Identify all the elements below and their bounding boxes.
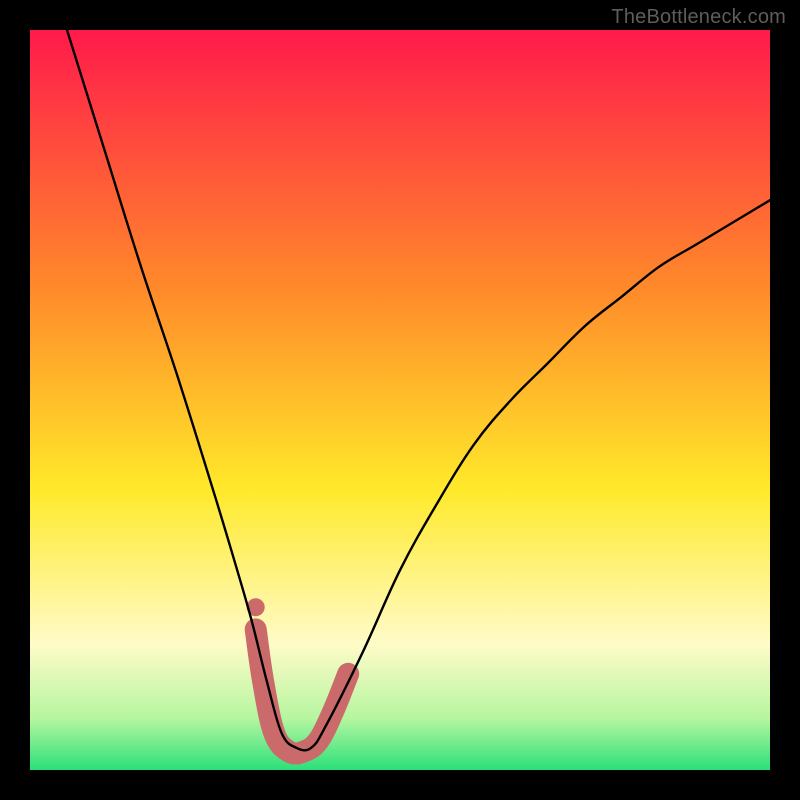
watermark-text: TheBottleneck.com — [611, 6, 786, 29]
plot-background — [30, 30, 770, 770]
chart-frame: TheBottleneck.com — [0, 0, 800, 800]
chart-svg — [0, 0, 800, 800]
